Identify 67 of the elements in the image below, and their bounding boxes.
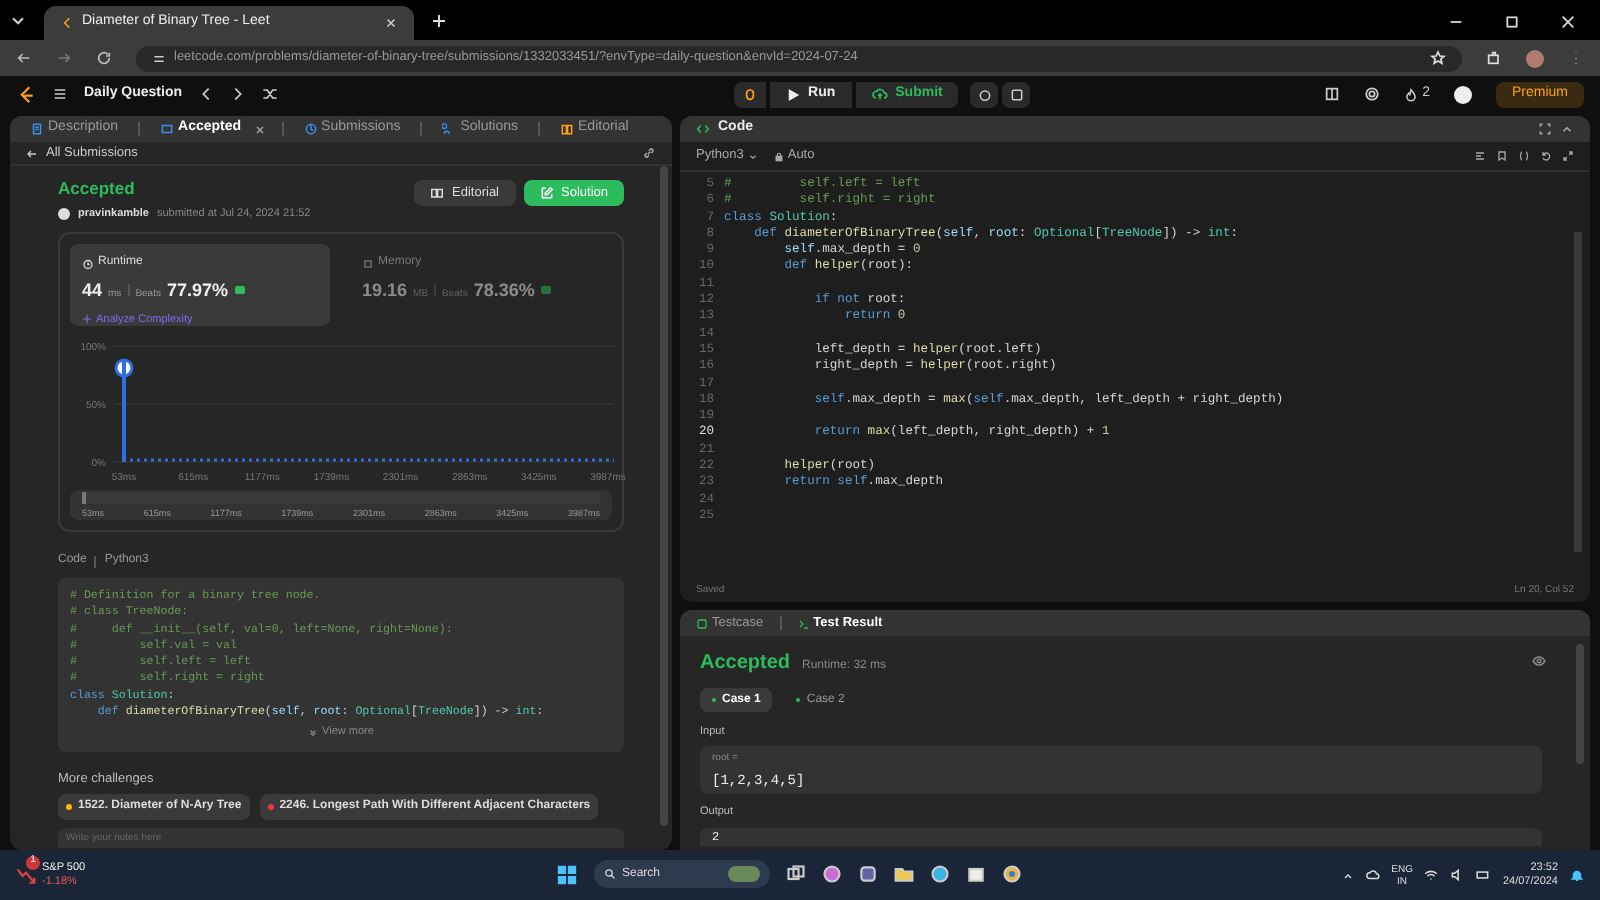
- chevron-down-icon: [308, 728, 319, 738]
- tab-icon: [30, 122, 44, 136]
- stat-value: 19.16: [362, 278, 408, 304]
- chart-down-icon: [16, 865, 36, 885]
- search-highlight-picture: [728, 866, 760, 882]
- edit-icon: [539, 186, 553, 200]
- beats-percent: 78.36%: [473, 278, 535, 304]
- extensions-icon[interactable]: [1486, 50, 1502, 66]
- bell-icon[interactable]: [1570, 868, 1584, 882]
- link-icon[interactable]: [642, 146, 656, 160]
- braces-icon[interactable]: [1518, 150, 1530, 162]
- flame-icon: [1404, 87, 1419, 101]
- new-tab-icon[interactable]: [430, 12, 448, 30]
- layout-icon[interactable]: [1324, 86, 1341, 102]
- eye-icon[interactable]: [1532, 654, 1546, 668]
- collapse-icon[interactable]: [1560, 122, 1574, 136]
- tab-icon: [160, 122, 175, 136]
- avatar[interactable]: [1453, 85, 1472, 103]
- cloud-upload-icon: [871, 86, 888, 102]
- expand-icon[interactable]: [1562, 150, 1574, 162]
- fullscreen-icon[interactable]: [1538, 122, 1552, 136]
- speaker-icon[interactable]: [1450, 868, 1465, 882]
- maximize-icon[interactable]: [1504, 14, 1520, 30]
- shuffle-icon[interactable]: [262, 86, 279, 102]
- debug-button[interactable]: [734, 81, 767, 107]
- search-icon: [604, 868, 616, 880]
- terminal-icon: [797, 617, 810, 629]
- reset-icon[interactable]: [1540, 150, 1552, 162]
- chip-icon: [362, 257, 374, 269]
- reload-icon[interactable]: [96, 50, 112, 66]
- tab-icon: [560, 122, 575, 136]
- site-info-icon: [152, 51, 166, 65]
- chevron-down-icon: [747, 151, 758, 161]
- previous-icon[interactable]: [198, 86, 215, 102]
- star-icon[interactable]: [1430, 50, 1446, 66]
- beats-percent: 77.97%: [166, 278, 229, 304]
- lock-icon: [773, 151, 784, 161]
- wifi-icon[interactable]: [1424, 868, 1439, 882]
- result-status: Accepted: [700, 650, 791, 678]
- cloud-icon[interactable]: [1365, 868, 1380, 882]
- avatar: [58, 207, 70, 220]
- windows-start-icon[interactable]: [556, 863, 578, 885]
- forward-icon[interactable]: [56, 50, 72, 66]
- timer-button[interactable]: [970, 81, 999, 107]
- book-icon: [430, 186, 445, 200]
- settings-icon[interactable]: [1364, 86, 1381, 102]
- code-icon: [696, 122, 710, 136]
- close-icon[interactable]: [384, 16, 398, 30]
- task-view-icon[interactable]: [786, 864, 806, 884]
- back-arrow-icon: [26, 147, 38, 159]
- bookmark-icon[interactable]: [1496, 150, 1508, 162]
- note-icon: [1009, 87, 1024, 101]
- submission-status: Accepted: [58, 176, 137, 202]
- format-icon[interactable]: [1474, 150, 1486, 162]
- profile-avatar[interactable]: [1526, 49, 1544, 67]
- tab-icon: [303, 122, 318, 136]
- clock-icon: [82, 257, 94, 269]
- list-icon[interactable]: [52, 86, 68, 102]
- next-icon[interactable]: [230, 86, 247, 102]
- play-icon: [786, 87, 801, 101]
- battery-icon[interactable]: [1476, 868, 1491, 882]
- stat-value: 44: [82, 278, 103, 304]
- folder-icon[interactable]: [894, 864, 914, 884]
- chevron-up-icon[interactable]: [1341, 869, 1354, 881]
- checkbox-icon: [696, 617, 708, 629]
- back-icon[interactable]: [16, 50, 32, 66]
- notes-button[interactable]: [1002, 81, 1031, 107]
